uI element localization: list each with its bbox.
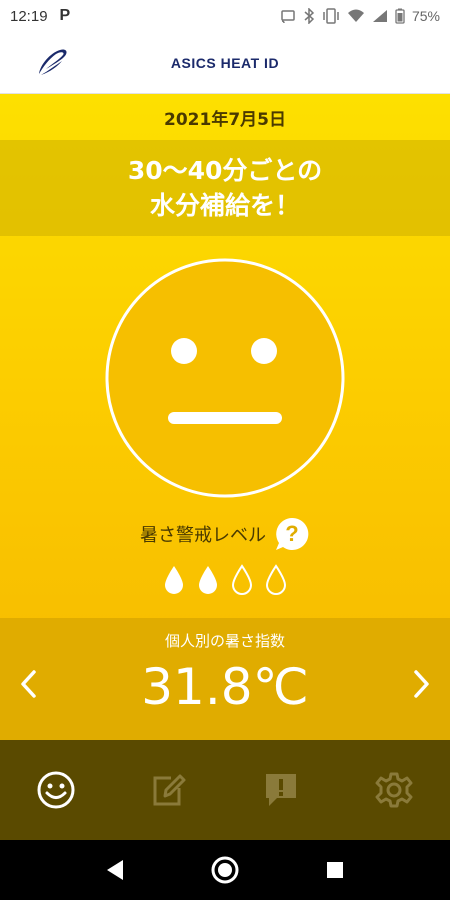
- heat-alert-level: 暑さ警戒レベル ?: [0, 514, 450, 554]
- asics-logo-icon: [39, 49, 67, 75]
- drop-empty-icon: [265, 564, 287, 595]
- signal-icon: [372, 10, 387, 22]
- tab-settings[interactable]: [338, 740, 450, 840]
- bottom-tab-bar: [0, 740, 450, 840]
- heat-index-value: 31.8℃: [141, 658, 309, 716]
- svg-text:?: ?: [285, 521, 298, 546]
- next-arrow-icon[interactable]: [410, 668, 432, 700]
- advice-line-2: 水分補給を！: [149, 191, 300, 220]
- system-recents-button[interactable]: [310, 845, 360, 895]
- gear-icon: [375, 772, 413, 808]
- heat-index-panel: 個人別の暑さ指数 31.8℃: [0, 618, 450, 740]
- main-panel: 2021年7月5日 30〜40分ごとの 水分補給を！ 暑さ警戒レベル ? 個人別…: [0, 94, 450, 740]
- drop-empty-icon: [231, 564, 253, 595]
- bluetooth-icon: [304, 8, 315, 24]
- heat-alert-level-label: 暑さ警戒レベル: [140, 525, 266, 546]
- alert-level-drops: [0, 564, 450, 598]
- status-time: 12:19: [10, 7, 48, 25]
- notification-p-icon: P: [59, 7, 71, 24]
- wifi-icon: [347, 9, 364, 22]
- app-header: ASICS HEAT ID: [0, 32, 450, 94]
- advice-banner: 30〜40分ごとの 水分補給を！: [0, 140, 450, 236]
- help-icon[interactable]: ?: [274, 516, 310, 552]
- back-triangle-icon: [107, 860, 123, 880]
- system-back-button[interactable]: [90, 845, 140, 895]
- home-circle-icon: [211, 856, 239, 884]
- previous-arrow-icon[interactable]: [18, 668, 40, 700]
- edit-icon: [153, 774, 186, 806]
- date-label: 2021年7月5日: [164, 109, 286, 130]
- battery-icon: [395, 8, 405, 24]
- system-home-button[interactable]: [200, 845, 250, 895]
- neutral-face-icon: [105, 258, 345, 498]
- heat-index-label: 個人別の暑さ指数: [164, 632, 285, 650]
- app-title: ASICS HEAT ID: [170, 54, 280, 71]
- advice-line-1: 30〜40分ごとの: [127, 156, 323, 185]
- alert-icon: [266, 774, 297, 806]
- tab-home[interactable]: [0, 740, 113, 840]
- tab-alerts[interactable]: [225, 740, 338, 840]
- drop-filled-icon: [165, 566, 183, 594]
- tab-record[interactable]: [113, 740, 226, 840]
- vibrate-icon: [323, 8, 339, 24]
- battery-percent: 75%: [411, 8, 440, 24]
- cast-icon: [281, 10, 295, 24]
- status-bar: 12:19 P 75%: [0, 0, 450, 32]
- smiley-icon: [37, 771, 75, 809]
- recents-square-icon: [327, 862, 343, 878]
- drop-filled-icon: [199, 566, 217, 594]
- system-navigation-bar: [0, 840, 450, 900]
